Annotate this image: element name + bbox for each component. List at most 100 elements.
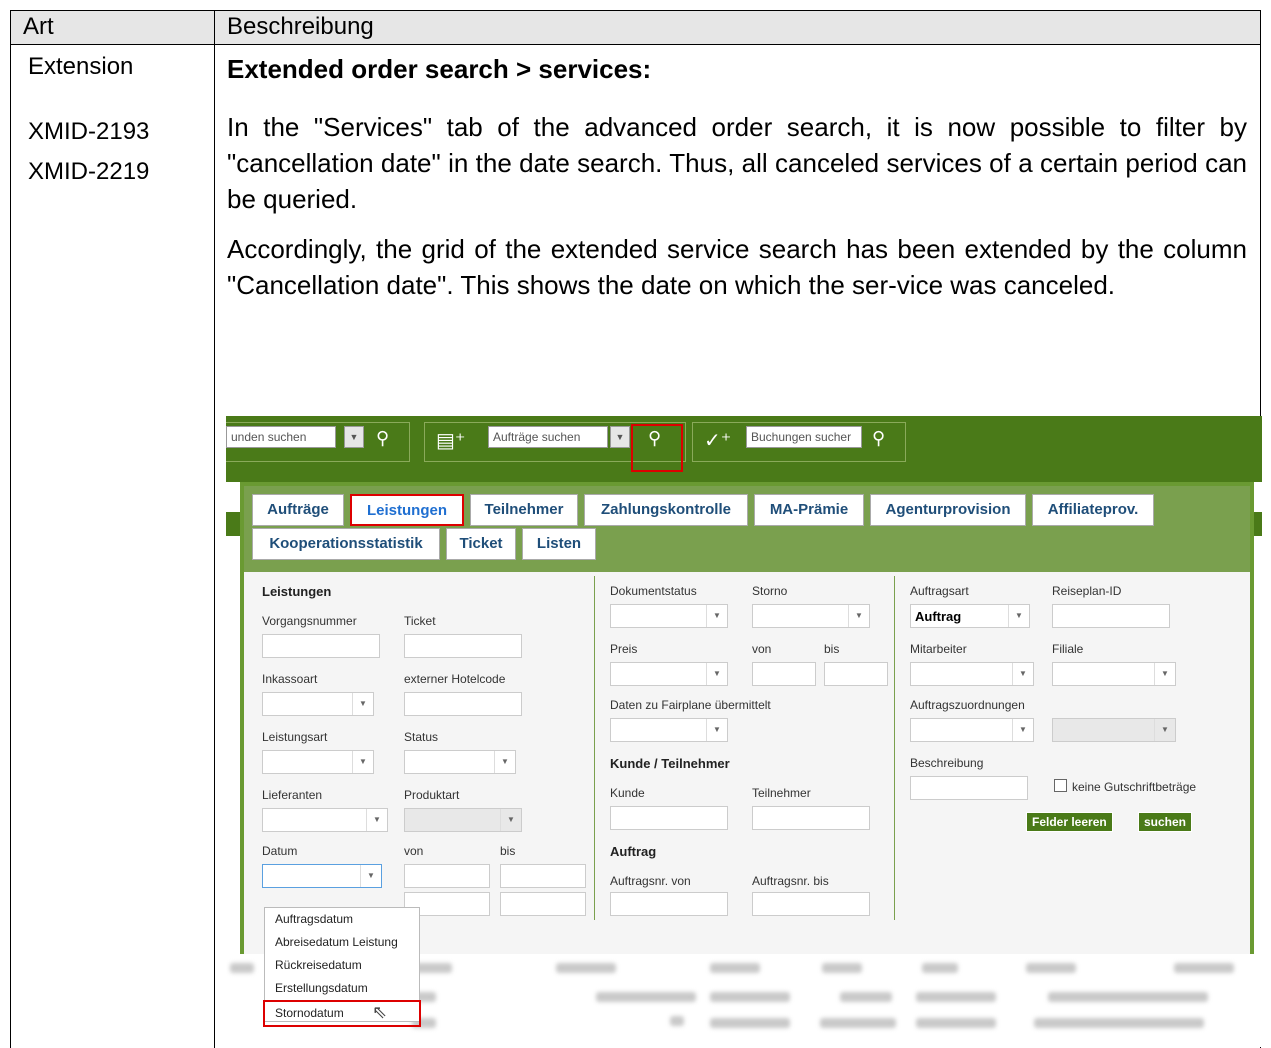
label-preis: Preis xyxy=(610,642,638,656)
description-paragraph-2: Accordingly, the grid of the extended se… xyxy=(227,234,1247,300)
document-table: Art Beschreibung Extension XMID-2193 XMI… xyxy=(10,10,1262,1048)
blurred-cell xyxy=(556,963,616,973)
booking-check-icon: ✓⁺ xyxy=(704,430,732,452)
tab-agenturprovision[interactable]: Agenturprovision xyxy=(870,494,1026,526)
menu-item-erstellungsdatum[interactable]: Erstellungsdatum xyxy=(265,977,419,1000)
order-card-icon: ▤⁺ xyxy=(436,430,466,452)
label-preis-von: von xyxy=(752,642,772,656)
order-search-highlight xyxy=(631,424,683,472)
datum-von-input[interactable] xyxy=(404,864,490,888)
search-toolbar: unden suchen ▼ ⚲ ▤⁺ Aufträge suchen ▼ ⚲ … xyxy=(226,416,1262,482)
customer-search-key-icon[interactable]: ⚲ xyxy=(376,428,389,449)
description-heading: Extended order search > services: xyxy=(227,54,652,84)
menu-item-auftragsdatum[interactable]: Auftragsdatum xyxy=(265,908,419,931)
produktart-select[interactable] xyxy=(404,808,522,832)
customer-search-dropdown[interactable]: ▼ xyxy=(344,426,364,448)
booking-search-key-icon[interactable]: ⚲ xyxy=(872,428,885,449)
mitarbeiter-select[interactable] xyxy=(910,662,1034,686)
reiseplan-id-input[interactable] xyxy=(1052,604,1170,628)
preis-bis-input[interactable] xyxy=(824,662,888,686)
blurred-cell xyxy=(710,963,760,973)
preis-select[interactable] xyxy=(610,662,728,686)
order-search-input[interactable]: Aufträge suchen xyxy=(488,426,608,448)
label-ticket: Ticket xyxy=(404,614,436,628)
label-reiseplan-id: Reiseplan-ID xyxy=(1052,584,1122,598)
datum-select[interactable] xyxy=(262,864,382,888)
search-form: Leistungen Vorgangsnummer Ticket Inkasso… xyxy=(244,572,1250,954)
dokumentstatus-select[interactable] xyxy=(610,604,728,628)
datum-bis-input[interactable] xyxy=(500,864,586,888)
blurred-cell xyxy=(1048,992,1208,1002)
label-leistungsart: Leistungsart xyxy=(262,730,328,744)
search-tabs: Aufträge Leistungen Teilnehmer Zahlungsk… xyxy=(244,486,1250,572)
label-auftragszuordnungen: Auftragszuordnungen xyxy=(910,698,1025,712)
leistungsart-select[interactable] xyxy=(262,750,374,774)
section-auftrag: Auftrag xyxy=(610,844,657,859)
datum-dropdown-menu: Auftragsdatum Abreisedatum Leistung Rück… xyxy=(263,907,421,1027)
felder-leeren-button[interactable]: Felder leeren xyxy=(1026,812,1113,832)
blurred-cell xyxy=(230,963,254,973)
tab-listen[interactable]: Listen xyxy=(522,528,596,560)
tab-ticket[interactable]: Ticket xyxy=(446,528,516,560)
blurred-cell xyxy=(710,1018,790,1028)
label-produktart: Produktart xyxy=(404,788,460,802)
blurred-cell xyxy=(1174,963,1234,973)
blurred-cell xyxy=(922,963,958,973)
auftragsnr-von-input[interactable] xyxy=(610,892,728,916)
tab-affiliateprov[interactable]: Affiliateprov. xyxy=(1032,494,1154,526)
section-kunde-teilnehmer: Kunde / Teilnehmer xyxy=(610,756,730,771)
status-select[interactable] xyxy=(404,750,516,774)
booking-search-input[interactable]: Buchungen sucher xyxy=(746,426,862,448)
hotelcode-input[interactable] xyxy=(404,692,522,716)
label-datum-bis: bis xyxy=(500,844,516,858)
suchen-button[interactable]: suchen xyxy=(1138,812,1193,832)
auftragsart-select[interactable]: Auftrag xyxy=(910,604,1030,628)
label-keine-gutschrift: keine Gutschriftbeträge xyxy=(1072,780,1197,794)
keine-gutschrift-checkbox[interactable] xyxy=(1054,779,1067,792)
blurred-cell xyxy=(710,992,790,1002)
auftragszuordnungen-select-2[interactable] xyxy=(1052,718,1176,742)
customer-search-input[interactable]: unden suchen xyxy=(226,426,336,448)
order-search-dropdown[interactable]: ▼ xyxy=(610,426,630,448)
label-datum-von: von xyxy=(404,844,424,858)
kunde-input[interactable] xyxy=(610,806,728,830)
label-vorgangsnummer: Vorgangsnummer xyxy=(262,614,357,628)
label-storno: Storno xyxy=(752,584,788,598)
beschreibung-input[interactable] xyxy=(910,776,1028,800)
storno-select[interactable] xyxy=(752,604,870,628)
tab-kooperationsstatistik[interactable]: Kooperationsstatistik xyxy=(252,528,440,560)
auftragsnr-bis-input[interactable] xyxy=(752,892,870,916)
description-column: Extended order search > services: In the… xyxy=(227,45,1247,303)
label-inkassoart: Inkassoart xyxy=(262,672,318,686)
label-teilnehmer: Teilnehmer xyxy=(752,786,811,800)
description-paragraph-1: In the "Services" tab of the advanced or… xyxy=(227,112,1247,214)
vorgangsnummer-input[interactable] xyxy=(262,634,380,658)
tab-auftraege[interactable]: Aufträge xyxy=(252,494,344,526)
menu-item-rueckreisedatum[interactable]: Rückreisedatum xyxy=(265,954,419,977)
fairplane-select[interactable] xyxy=(610,718,728,742)
menu-item-stornodatum[interactable]: Stornodatum xyxy=(263,1000,421,1027)
label-dokumentstatus: Dokumentstatus xyxy=(610,584,697,598)
inkassoart-select[interactable] xyxy=(262,692,374,716)
column-separator-1 xyxy=(594,576,595,920)
tab-leistungen[interactable]: Leistungen xyxy=(350,494,464,526)
mouse-cursor-icon: ⇖ xyxy=(372,1002,388,1022)
preis-von-input[interactable] xyxy=(752,662,816,686)
tab-zahlungskontrolle[interactable]: Zahlungskontrolle xyxy=(584,494,748,526)
auftragszuordnungen-select[interactable] xyxy=(910,718,1034,742)
label-auftragsnr-bis: Auftragsnr. bis xyxy=(752,874,829,888)
teilnehmer-input[interactable] xyxy=(752,806,870,830)
menu-item-abreisedatum[interactable]: Abreisedatum Leistung xyxy=(265,931,419,954)
blurred-cell xyxy=(916,992,996,1002)
tab-ma-praemie[interactable]: MA-Prämie xyxy=(754,494,864,526)
tab-teilnehmer[interactable]: Teilnehmer xyxy=(470,494,578,526)
label-filiale: Filiale xyxy=(1052,642,1084,656)
header-art: Art xyxy=(23,13,54,40)
lieferanten-select[interactable] xyxy=(262,808,388,832)
datum-bis-input-2[interactable] xyxy=(500,892,586,916)
filiale-select[interactable] xyxy=(1052,662,1176,686)
blurred-cell xyxy=(822,963,862,973)
auftragsart-value: Auftrag xyxy=(915,609,962,624)
ticket-input[interactable] xyxy=(404,634,522,658)
label-mitarbeiter: Mitarbeiter xyxy=(910,642,967,656)
